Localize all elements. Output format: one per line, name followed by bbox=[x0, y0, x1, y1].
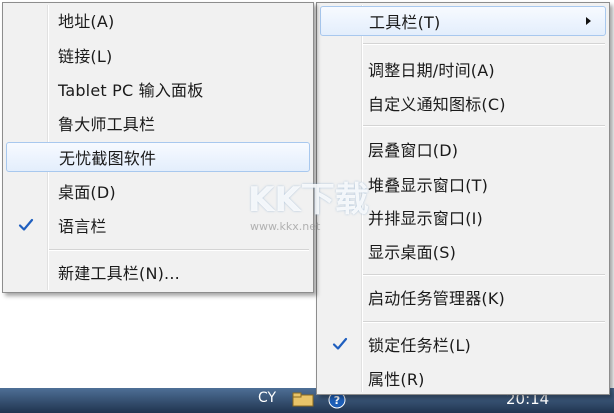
taskbar-context-menu: 工具栏(T) 调整日期/时间(A) 自定义通知图标(C) 层叠窗口(D) 堆叠显… bbox=[316, 2, 610, 395]
submenu-item-desktop[interactable]: 桌面(D) bbox=[6, 176, 310, 206]
checkmark-icon bbox=[330, 334, 350, 354]
menu-item-properties[interactable]: 属性(R) bbox=[320, 363, 606, 393]
menu-separator bbox=[49, 249, 309, 250]
menu-item-adjust-date-time[interactable]: 调整日期/时间(A) bbox=[320, 54, 606, 84]
menu-item-label: 地址(A) bbox=[58, 12, 115, 31]
menu-item-toolbars[interactable]: 工具栏(T) bbox=[320, 6, 606, 36]
menu-item-label: 语言栏 bbox=[58, 217, 107, 236]
menu-item-customize-notification-icons[interactable]: 自定义通知图标(C) bbox=[320, 88, 606, 118]
menu-item-label: 调整日期/时间(A) bbox=[368, 61, 495, 80]
submenu-item-screenshot-software[interactable]: 无忧截图软件 bbox=[6, 142, 310, 172]
menu-item-label: 堆叠显示窗口(T) bbox=[368, 176, 489, 195]
menu-item-label: 无忧截图软件 bbox=[59, 149, 157, 168]
menu-item-label: 锁定任务栏(L) bbox=[368, 336, 471, 355]
menu-item-label: 显示桌面(S) bbox=[368, 243, 457, 262]
menu-separator bbox=[363, 43, 605, 44]
menu-separator bbox=[363, 274, 605, 275]
language-indicator[interactable]: CY bbox=[258, 390, 276, 406]
menu-item-label: 启动任务管理器(K) bbox=[368, 289, 505, 308]
menu-item-label: 层叠窗口(D) bbox=[368, 141, 459, 160]
menu-item-label: Tablet PC 输入面板 bbox=[58, 81, 204, 100]
toolbars-submenu: 地址(A) 链接(L) Tablet PC 输入面板 鲁大师工具栏 无忧截图软件… bbox=[2, 2, 314, 293]
svg-text:?: ? bbox=[334, 394, 340, 407]
submenu-item-language-bar[interactable]: 语言栏 bbox=[6, 210, 310, 240]
menu-separator bbox=[363, 125, 605, 126]
submenu-arrow-icon bbox=[586, 17, 591, 25]
menu-item-task-manager[interactable]: 启动任务管理器(K) bbox=[320, 282, 606, 312]
menu-item-side-by-side-windows[interactable]: 并排显示窗口(I) bbox=[320, 202, 606, 232]
submenu-item-new-toolbar[interactable]: 新建工具栏(N)... bbox=[6, 257, 310, 287]
menu-item-label: 并排显示窗口(I) bbox=[368, 209, 484, 228]
menu-item-cascade-windows[interactable]: 层叠窗口(D) bbox=[320, 134, 606, 164]
menu-item-label: 自定义通知图标(C) bbox=[368, 95, 506, 114]
menu-item-stack-windows[interactable]: 堆叠显示窗口(T) bbox=[320, 169, 606, 199]
menu-item-lock-taskbar[interactable]: 锁定任务栏(L) bbox=[320, 329, 606, 359]
menu-item-label: 桌面(D) bbox=[58, 183, 116, 202]
menu-item-label: 鲁大师工具栏 bbox=[58, 115, 156, 134]
submenu-item-address[interactable]: 地址(A) bbox=[6, 5, 310, 35]
submenu-item-tablet-pc-input[interactable]: Tablet PC 输入面板 bbox=[6, 74, 310, 104]
menu-separator bbox=[363, 321, 605, 322]
menu-item-label: 属性(R) bbox=[368, 370, 425, 389]
submenu-item-ludashi-toolbar[interactable]: 鲁大师工具栏 bbox=[6, 108, 310, 138]
submenu-item-links[interactable]: 链接(L) bbox=[6, 40, 310, 70]
menu-item-label: 工具栏(T) bbox=[369, 13, 441, 32]
menu-item-show-desktop[interactable]: 显示桌面(S) bbox=[320, 236, 606, 266]
folder-icon[interactable] bbox=[292, 391, 314, 411]
checkmark-icon bbox=[16, 215, 36, 235]
menu-item-label: 新建工具栏(N)... bbox=[58, 264, 180, 283]
menu-item-label: 链接(L) bbox=[58, 47, 113, 66]
